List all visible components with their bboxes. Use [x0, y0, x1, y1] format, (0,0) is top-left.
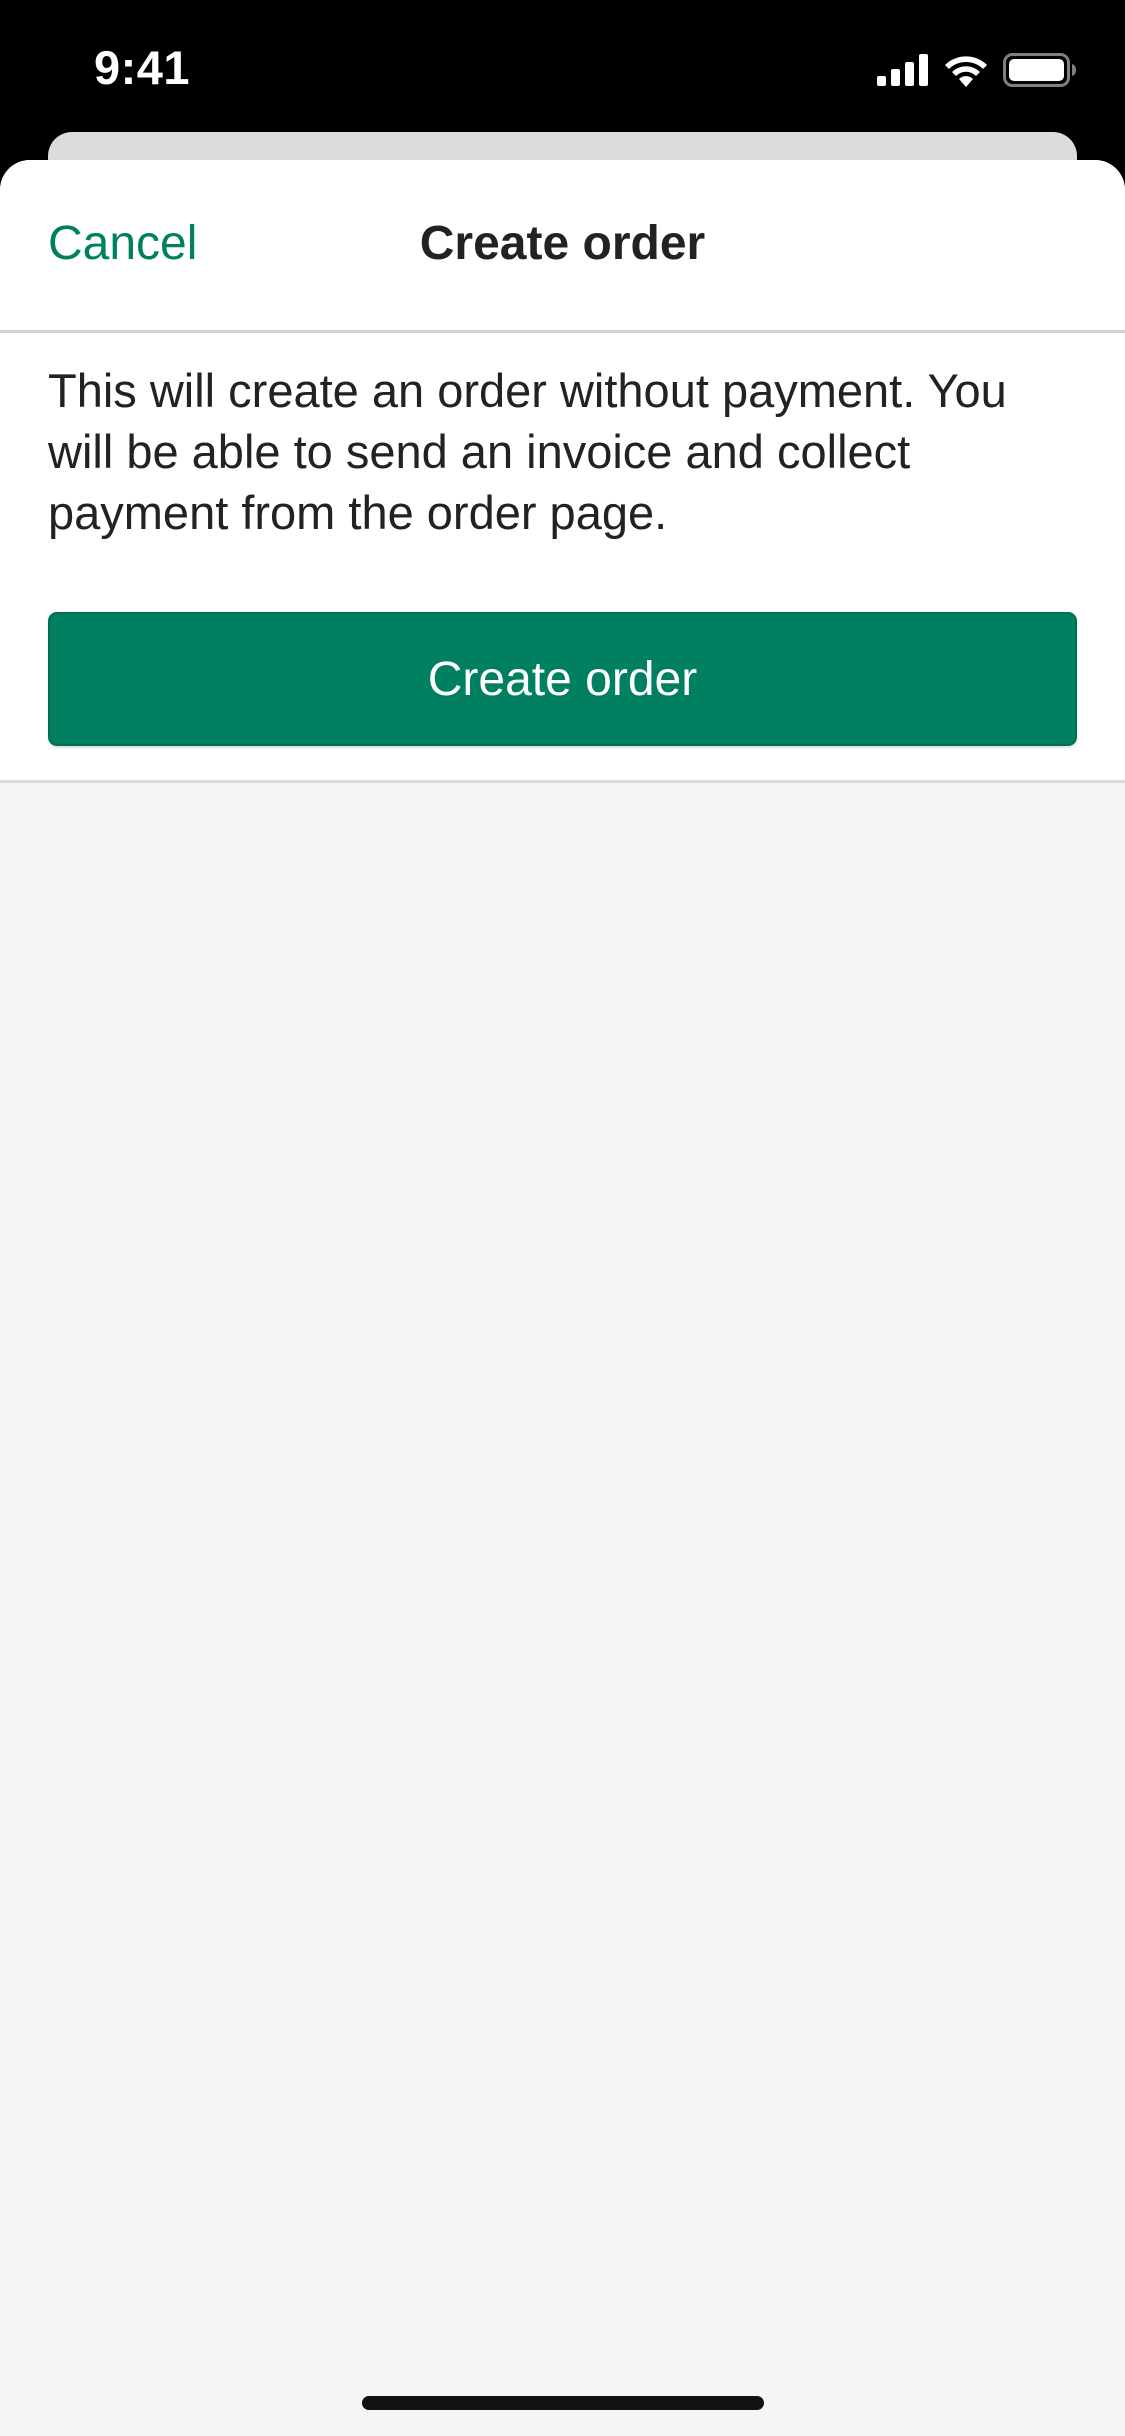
battery-icon	[1003, 53, 1077, 87]
wifi-icon	[943, 53, 989, 87]
status-icons	[877, 50, 1077, 90]
status-time: 9:41	[94, 41, 191, 94]
status-bar: 9:41	[0, 0, 1125, 135]
description-text: This will create an order without paymen…	[48, 364, 1007, 539]
cellular-signal-icon	[877, 54, 929, 86]
create-order-button[interactable]: Create order	[48, 612, 1077, 746]
nav-bar: Cancel Create order	[0, 160, 1125, 333]
page-title: Create order	[419, 217, 706, 270]
create-order-panel: Cancel Create order This will create an …	[0, 160, 1125, 783]
modal-sheet: Cancel Create order This will create an …	[0, 160, 1125, 2436]
home-indicator[interactable]	[362, 2396, 764, 2410]
